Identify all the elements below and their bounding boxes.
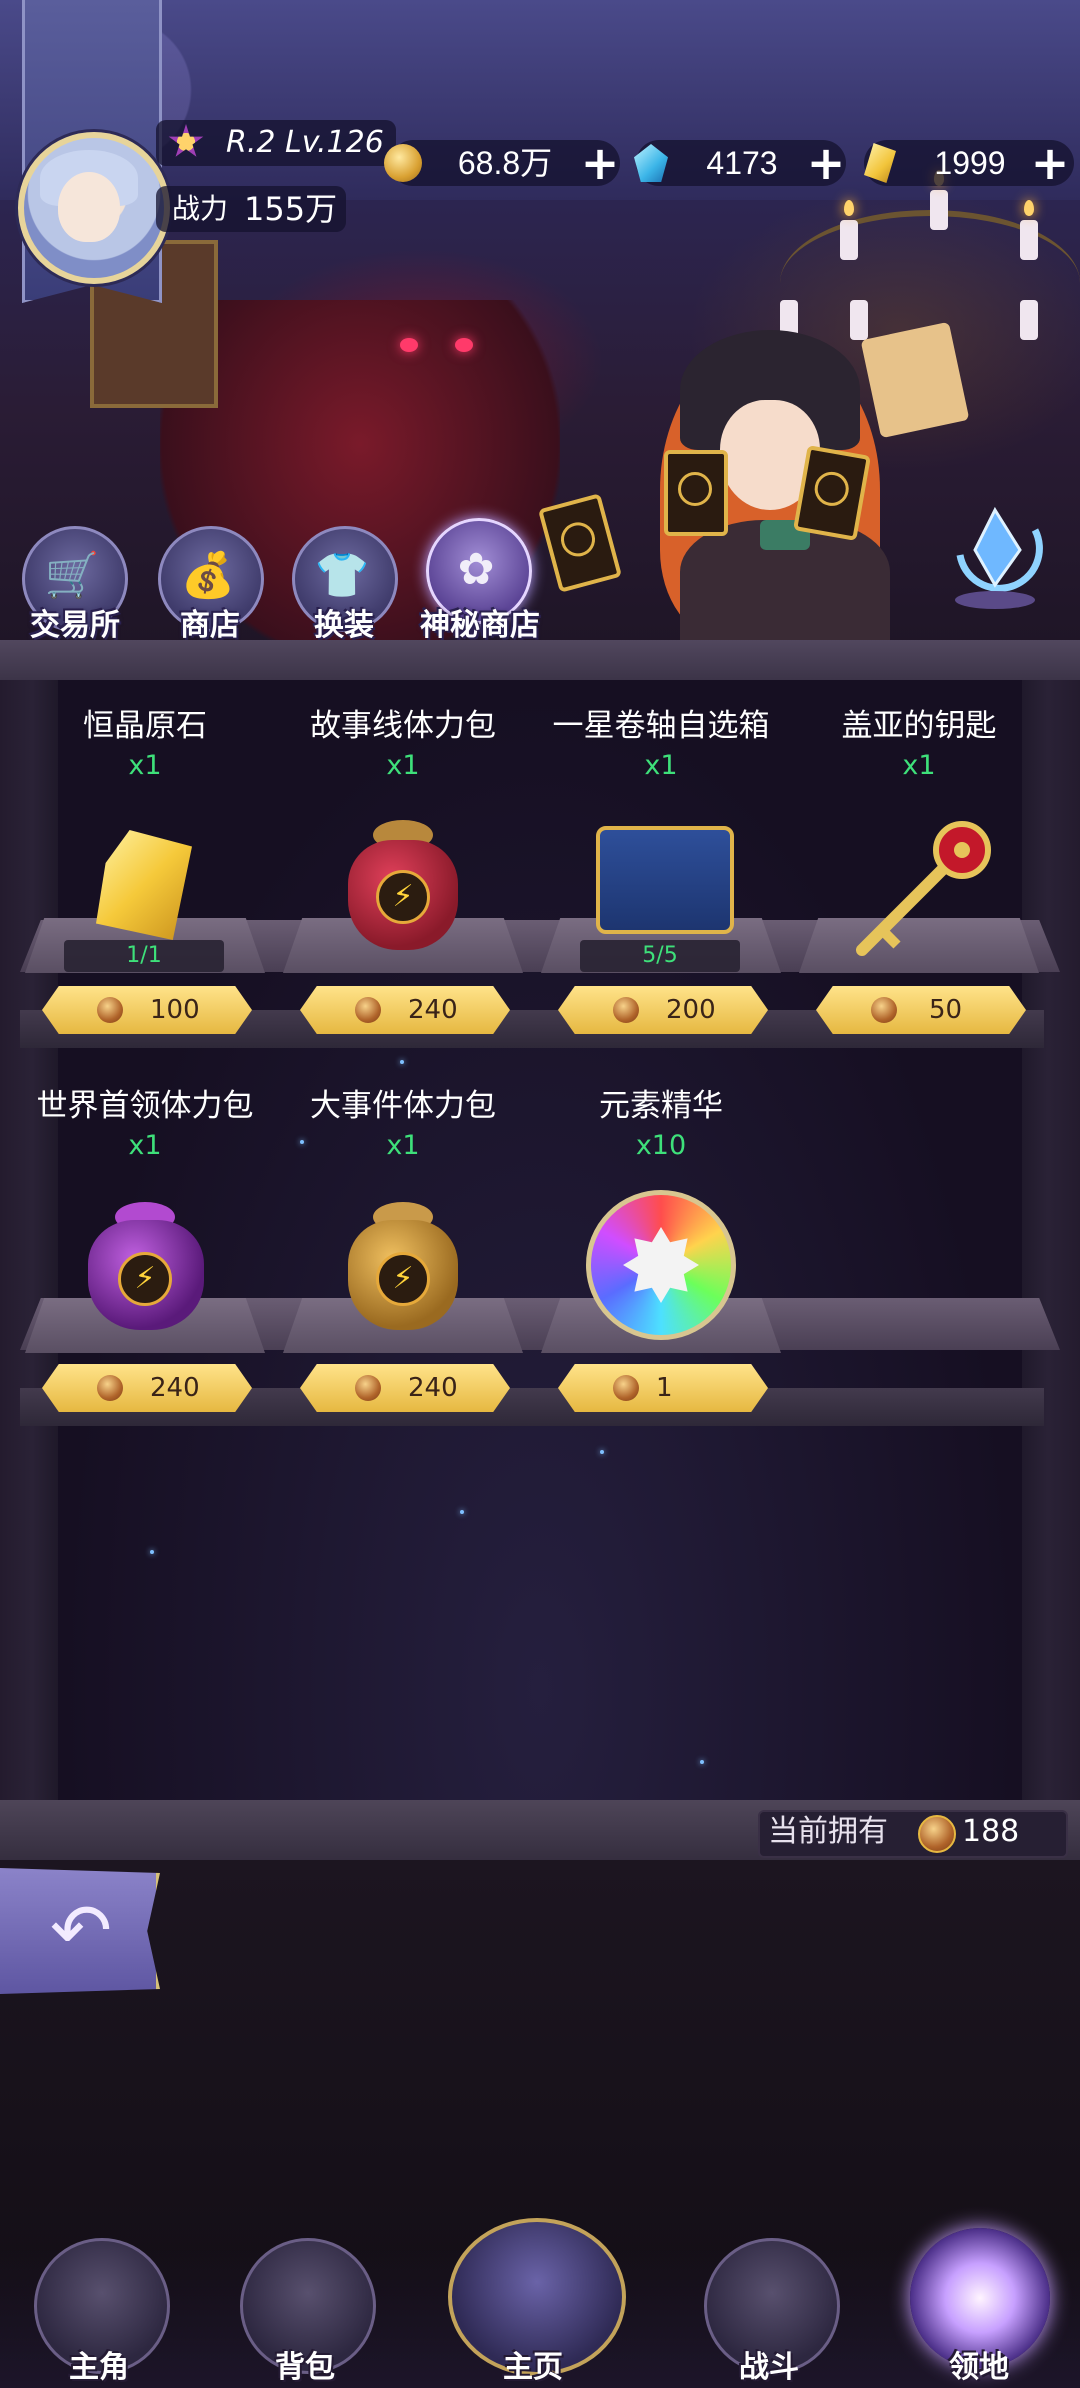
candle	[850, 300, 868, 340]
item-price-tag[interactable]	[558, 986, 768, 1034]
candle	[1020, 220, 1038, 260]
shop-item-5[interactable]: 世界首领体力包 x1 ⚡ 240	[20, 1080, 270, 1412]
lightning-icon: ⚡	[376, 870, 430, 924]
nav-hero[interactable]: 主角	[34, 2238, 174, 2385]
item-qty: x10	[635, 1130, 687, 1161]
gold-value: 68.8万	[457, 145, 553, 181]
item-price-tag[interactable]	[816, 986, 1026, 1034]
owned-value: 188	[962, 1814, 1020, 1849]
lightning-icon: ⚡	[376, 1252, 430, 1306]
crystal-value: 4173	[706, 145, 778, 181]
item-stock: 1/1	[64, 940, 224, 972]
owned-label: 当前拥有	[768, 1814, 888, 1849]
shop-item-3[interactable]: 一星卷轴自选箱 x1 5/5 200	[536, 700, 786, 1034]
candle-flame	[1024, 200, 1034, 216]
star-burst-icon	[623, 1227, 699, 1303]
gold-crystal-value: 1999	[934, 145, 1006, 181]
candle-flame	[844, 200, 854, 216]
shop-item-1[interactable]: 恒晶原石 x1 1/1 100	[20, 700, 270, 1034]
candle	[930, 190, 948, 230]
glowing-eye-right	[455, 338, 473, 352]
power-value: 155万	[244, 190, 338, 228]
item-name: 盖亚的钥匙	[841, 708, 997, 744]
tab-exchange-label: 交易所	[30, 608, 120, 643]
item-qty: x1	[128, 1130, 162, 1161]
item-price: 200	[666, 995, 716, 1025]
rank-level-text: R.2 Lv.126	[226, 125, 384, 160]
shop-item-2[interactable]: 故事线体力包 x1 ⚡ 240	[278, 700, 528, 1034]
shop-coin-icon	[918, 1815, 956, 1853]
shirt-icon: 👕	[314, 550, 370, 601]
price-coin-icon	[613, 1375, 639, 1401]
nav-backpack-label: 背包	[275, 2350, 335, 2385]
back-arrow-icon: ↶	[49, 1888, 112, 1974]
item-price-tag[interactable]	[300, 1364, 510, 1412]
add-gold-crystal-button[interactable]: +	[1030, 140, 1070, 186]
item-stock: 5/5	[580, 940, 740, 972]
shop-item-7[interactable]: 元素精华 x10 1	[536, 1080, 786, 1412]
item-qty: x1	[386, 750, 420, 781]
scroll-chest-icon	[596, 826, 734, 934]
sparkle	[400, 1060, 404, 1064]
cart-icon: 🛒	[44, 550, 100, 601]
shop-item-6[interactable]: 大事件体力包 x1 ⚡ 240	[278, 1080, 528, 1412]
candle	[840, 220, 858, 260]
nav-territory-label: 领地	[949, 2350, 1009, 2385]
money-bag-icon: 💰	[180, 550, 236, 601]
item-name: 一星卷轴自选箱	[552, 708, 770, 744]
item-name: 故事线体力包	[310, 708, 496, 744]
price-coin-icon	[97, 1375, 123, 1401]
item-name: 恒晶原石	[83, 708, 207, 744]
sparkle	[600, 1450, 604, 1454]
gold-coin-icon	[384, 144, 422, 182]
item-price: 240	[408, 1373, 458, 1403]
avatar-face	[58, 172, 120, 242]
sparkle	[700, 1760, 704, 1764]
tarot-card-icon	[664, 450, 728, 536]
sparkle	[460, 1510, 464, 1514]
add-crystal-button[interactable]: +	[806, 140, 846, 186]
item-price: 50	[929, 995, 963, 1025]
item-qty: x1	[386, 1130, 420, 1161]
item-name: 元素精华	[599, 1088, 723, 1124]
price-coin-icon	[355, 997, 381, 1023]
nav-backpack[interactable]: 背包	[240, 2238, 380, 2385]
lightning-icon: ⚡	[118, 1252, 172, 1306]
price-coin-icon	[871, 997, 897, 1023]
candle	[1020, 300, 1038, 340]
item-price: 1	[656, 1373, 673, 1403]
glowing-eye-left	[400, 338, 418, 352]
tab-store-label: 商店	[180, 608, 240, 643]
add-gold-button[interactable]: +	[580, 140, 620, 186]
shop-top-rail	[0, 640, 1080, 680]
item-price: 100	[150, 995, 200, 1025]
shop-item-4[interactable]: 盖亚的钥匙 x1 50	[794, 700, 1044, 1034]
crystal-orb-icon	[940, 500, 1050, 610]
tab-outfit-label: 换装	[314, 608, 374, 643]
price-coin-icon	[97, 997, 123, 1023]
gaia-key-icon	[842, 820, 1002, 960]
item-qty: x1	[902, 750, 936, 781]
item-price-tag[interactable]	[300, 986, 510, 1034]
item-qty: x1	[128, 750, 162, 781]
nav-hero-label: 主角	[69, 2350, 129, 2385]
nav-battle-label: 战斗	[739, 2350, 799, 2385]
nav-territory[interactable]: 领地	[910, 2228, 1050, 2385]
item-price-tag[interactable]	[42, 1364, 252, 1412]
item-name: 世界首领体力包	[36, 1088, 254, 1124]
nav-home-label: 主页	[503, 2350, 563, 2385]
price-coin-icon	[355, 1375, 381, 1401]
nav-home[interactable]: 主页	[448, 2218, 628, 2385]
item-qty: x1	[644, 750, 678, 781]
item-price-tag[interactable]	[42, 986, 252, 1034]
price-coin-icon	[613, 997, 639, 1023]
item-price: 240	[408, 995, 458, 1025]
item-price: 240	[150, 1373, 200, 1403]
sparkle	[150, 1550, 154, 1554]
mystery-bag-icon: ✿	[457, 544, 495, 595]
tab-mystery-shop-label: 神秘商店	[420, 608, 540, 643]
nav-battle[interactable]: 战斗	[704, 2238, 844, 2385]
power-label: 战力	[172, 192, 229, 225]
item-name: 大事件体力包	[310, 1088, 496, 1124]
